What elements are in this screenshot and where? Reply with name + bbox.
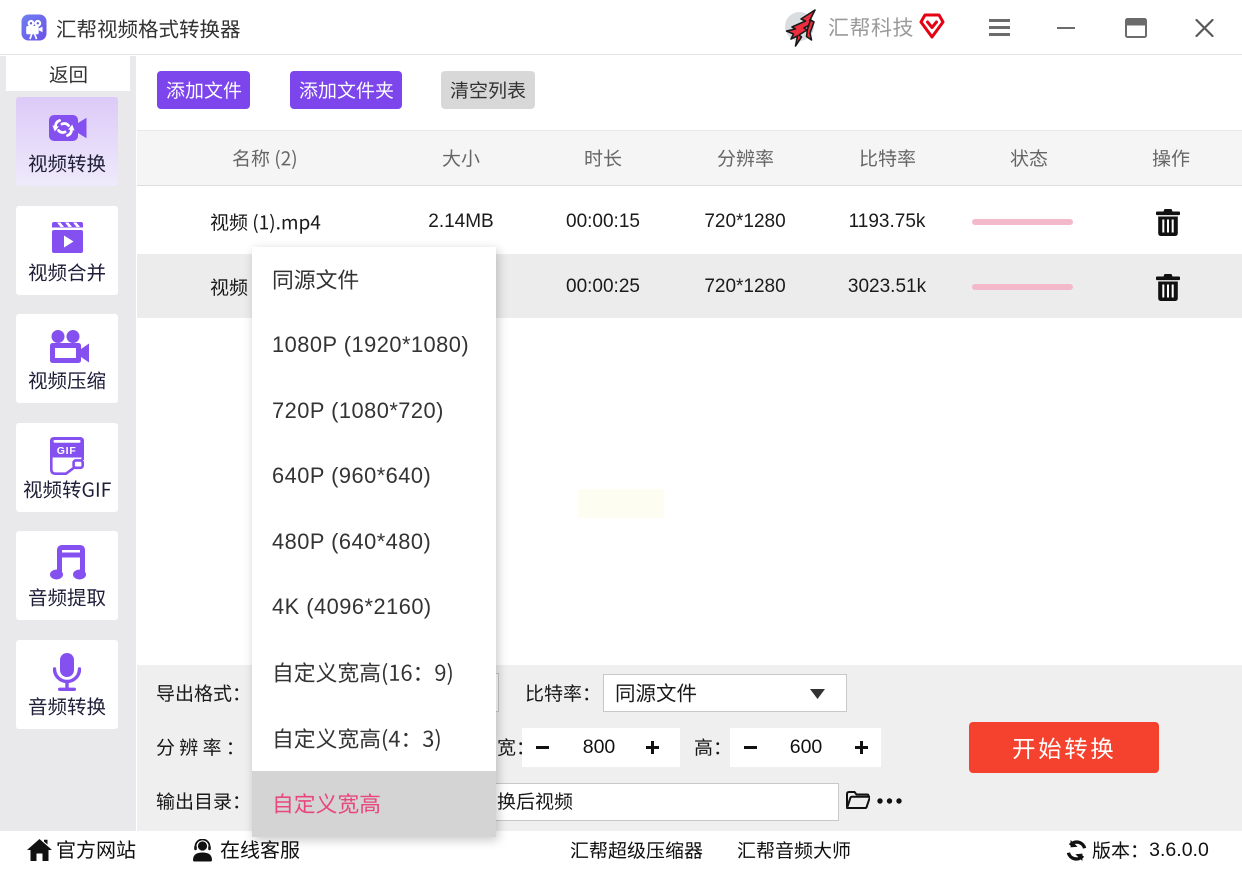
svg-text:GIF: GIF (57, 445, 77, 457)
